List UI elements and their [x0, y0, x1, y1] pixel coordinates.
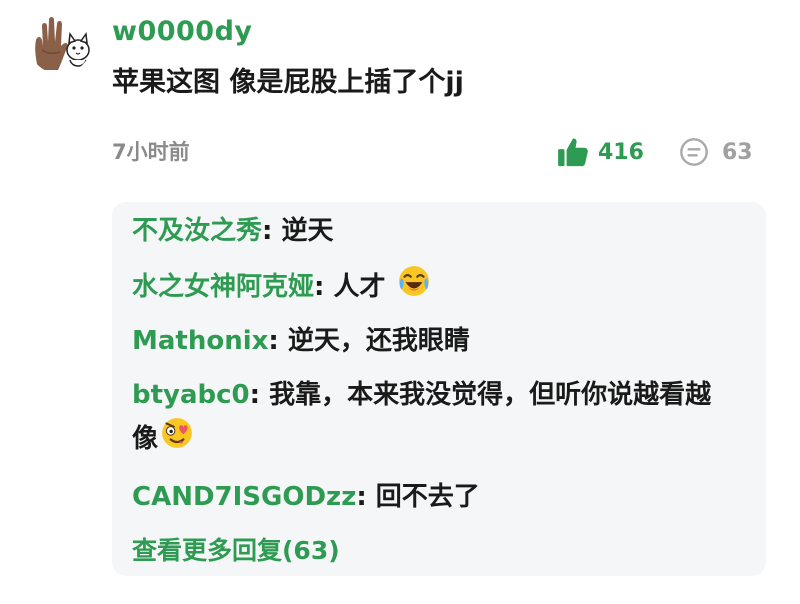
reply-author[interactable]: Mathonix	[132, 326, 268, 356]
reply-separator: :	[262, 216, 282, 246]
reply-separator: :	[314, 272, 334, 302]
comment-timestamp: 7小时前	[112, 140, 190, 164]
reply-text: 逆天	[281, 216, 334, 246]
reply-item: Mathonix: 逆天，还我眼睛	[132, 320, 752, 362]
reply-text: 回不去了	[375, 482, 480, 512]
reply-item: btyabc0: 我靠，本来我没觉得，但听你说越看越像	[132, 374, 752, 463]
reply-item: 水之女神阿克娅: 人才	[132, 264, 752, 311]
reply-item: 不及汝之秀: 逆天	[132, 210, 752, 252]
reply-item: CAND7ISGODzz: 回不去了	[132, 476, 752, 518]
user-avatar[interactable]	[28, 10, 92, 74]
reply-author[interactable]: btyabc0	[132, 380, 250, 410]
reply-text: 人才	[333, 272, 386, 302]
heart-eyes-emoji-icon	[160, 416, 194, 463]
comment-text: 苹果这图 像是屁股上插了个jj	[112, 67, 464, 98]
like-button[interactable]: 416	[556, 132, 644, 172]
thumbs-up-icon	[558, 138, 588, 167]
laughing-crying-emoji-icon	[397, 264, 431, 311]
comment-username[interactable]: w0000dy	[112, 14, 253, 50]
reply-text: 逆天，还我眼睛	[287, 326, 470, 356]
reply-text-continuation: 像	[132, 424, 159, 454]
reply-separator: :	[268, 326, 288, 356]
reply-author[interactable]: 不及汝之秀	[132, 216, 262, 246]
comment-meta-row: 7小时前 416 63	[112, 132, 762, 172]
replies-panel: 不及汝之秀: 逆天 水之女神阿克娅: 人才 Mathonix: 逆天，还我眼睛 …	[112, 202, 766, 576]
reply-author[interactable]: 水之女神阿克娅	[132, 272, 314, 302]
like-count: 416	[598, 139, 644, 165]
reply-count: 63	[722, 139, 753, 165]
comment-icon	[680, 138, 708, 166]
reply-text: 我靠，本来我没觉得，但听你说越看越	[269, 380, 712, 410]
reply-button[interactable]: 63	[678, 132, 753, 172]
hand-cat-avatar-icon	[28, 10, 92, 74]
view-more-replies-link[interactable]: 查看更多回复(63)	[132, 530, 340, 572]
reply-author[interactable]: CAND7ISGODzz	[132, 482, 356, 512]
reply-separator: :	[356, 482, 376, 512]
reply-separator: :	[249, 380, 270, 410]
